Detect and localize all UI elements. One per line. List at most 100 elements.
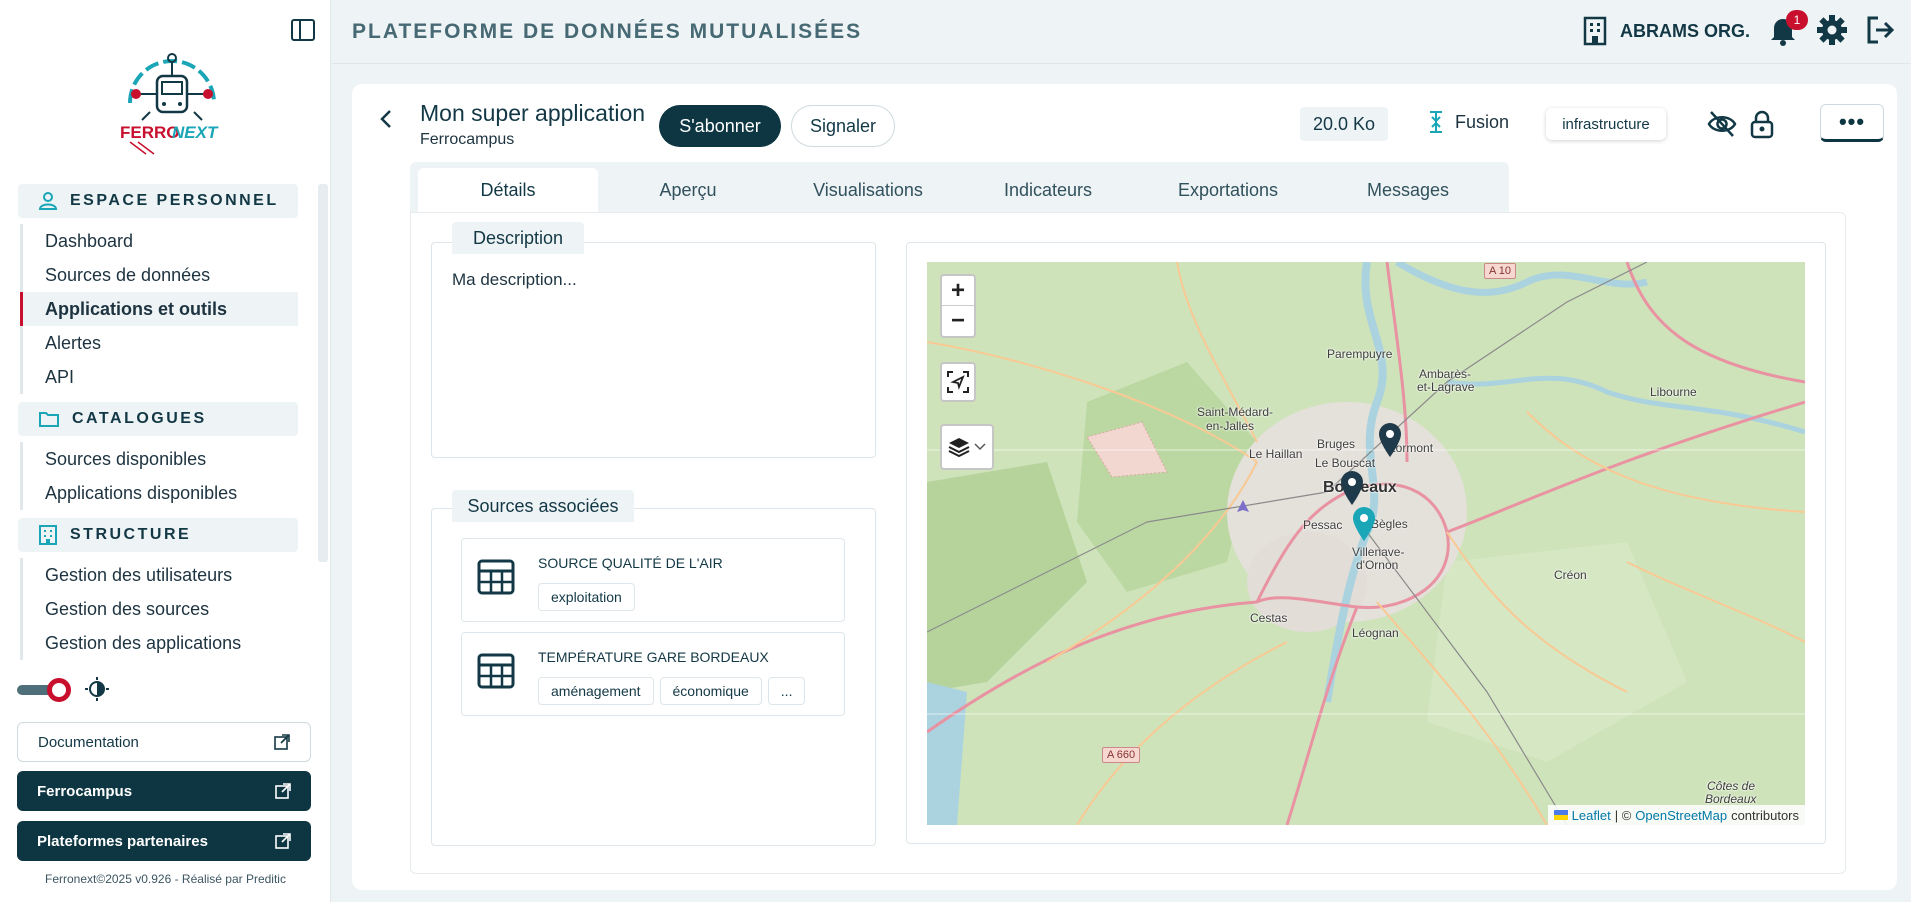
ferrocampus-button[interactable]: Ferrocampus [17, 771, 311, 811]
documentation-button[interactable]: Documentation [17, 722, 311, 762]
layers-button[interactable] [940, 424, 994, 470]
map-view[interactable]: Parempuyre Ambarès- et-Lagrave Libourne … [927, 262, 1805, 825]
description-heading: Description [452, 222, 584, 254]
tag-chip-more[interactable]: ... [767, 677, 806, 705]
lock-toggle[interactable] [1746, 108, 1778, 140]
more-actions-button[interactable]: ••• [1820, 104, 1884, 142]
visibility-toggle[interactable] [1706, 108, 1738, 140]
report-button[interactable]: Signaler [791, 105, 895, 147]
lock-icon [1750, 110, 1774, 139]
osm-link[interactable]: OpenStreetMap [1635, 808, 1727, 823]
sidebar-item-alertes[interactable]: Alertes [20, 326, 298, 360]
tab-indicateurs[interactable]: Indicateurs [958, 168, 1138, 212]
building-icon [1583, 16, 1607, 46]
road-label: A 660 [1102, 747, 1141, 763]
section-espace-personnel: ESPACE PERSONNEL Dashboard Sources de do… [18, 184, 298, 394]
application-owner: Ferrocampus [420, 131, 515, 148]
map-attribution: Leaflet | © OpenStreetMap contributors [1547, 805, 1805, 825]
sidebar-collapse-icon[interactable] [290, 18, 316, 42]
tab-details[interactable]: Détails [418, 168, 598, 212]
subscribe-button[interactable]: S'abonner [659, 105, 781, 147]
source-card[interactable]: SOURCE QUALITÉ DE L'AIR exploitation [461, 538, 845, 622]
locate-icon [947, 371, 969, 393]
section-title: ESPACE PERSONNEL [70, 192, 279, 209]
tab-exportations[interactable]: Exportations [1138, 168, 1318, 212]
sidebar-nav: ESPACE PERSONNEL Dashboard Sources de do… [18, 184, 298, 662]
sources-heading: Sources associées [452, 490, 634, 522]
theme-switcher [17, 677, 109, 702]
sidebar-item-dashboard[interactable]: Dashboard [20, 224, 298, 258]
source-tags: aménagement économique ... [538, 677, 806, 705]
more-label: ••• [1838, 109, 1866, 134]
section-header[interactable]: ESPACE PERSONNEL [18, 184, 298, 218]
sidebar-item-applications[interactable]: Applications et outils [20, 292, 298, 326]
user-icon [38, 192, 58, 210]
chevron-down-icon [974, 443, 986, 451]
map-marker-selected[interactable] [1352, 506, 1376, 542]
locate-button[interactable] [940, 362, 976, 402]
sidebar: FERRO NEXT ESPACE PERSONNEL Dashboard So… [0, 0, 331, 902]
tag-chip: économique [659, 677, 762, 705]
external-link-icon [275, 833, 291, 849]
svg-text:FERRO: FERRO [120, 123, 180, 142]
tab-bar: Détails Aperçu Visualisations Indicateur… [410, 162, 1509, 212]
sidebar-item-gestion-utilisateurs[interactable]: Gestion des utilisateurs [20, 558, 298, 592]
leaflet-link[interactable]: Leaflet [1572, 808, 1611, 823]
merge-indicator: Fusion [1429, 110, 1509, 134]
ferrocampus-label: Ferrocampus [37, 782, 133, 800]
merge-label: Fusion [1455, 111, 1510, 132]
zoom-in-button[interactable]: + [942, 276, 974, 306]
place-label: Le Haillan [1249, 447, 1303, 461]
logout-button[interactable] [1864, 14, 1898, 48]
external-link-icon [275, 783, 291, 799]
section-header[interactable]: STRUCTURE [18, 518, 298, 552]
tab-visualisations[interactable]: Visualisations [778, 168, 958, 212]
settings-button[interactable] [1816, 14, 1850, 48]
source-tags: exploitation [538, 583, 635, 611]
place-label: Bruges [1317, 437, 1356, 451]
topbar: PLATEFORME DE DONNÉES MUTUALISÉES ABRAMS… [332, 0, 1911, 64]
place-label: Léognan [1352, 626, 1399, 640]
eye-off-icon [1707, 111, 1737, 137]
place-label: en-Jalles [1206, 419, 1255, 433]
merge-icon [1430, 111, 1442, 133]
organization-selector[interactable]: ABRAMS ORG. [1582, 16, 1750, 46]
tab-apercu[interactable]: Aperçu [598, 168, 778, 212]
logout-icon [1867, 16, 1895, 44]
map-marker[interactable] [1378, 422, 1402, 458]
tab-messages[interactable]: Messages [1318, 168, 1498, 212]
attribution-separator: | © [1614, 807, 1632, 823]
sidebar-item-sources-disponibles[interactable]: Sources disponibles [20, 442, 298, 476]
external-link-icon [274, 734, 290, 750]
source-card[interactable]: TEMPÉRATURE GARE BORDEAUX aménagement éc… [461, 632, 845, 716]
section-title: STRUCTURE [70, 526, 192, 543]
table-icon [477, 653, 515, 689]
zoom-out-button[interactable]: − [942, 306, 974, 336]
place-label: et-Lagrave [1417, 380, 1475, 394]
table-icon [477, 559, 515, 595]
category-tag: infrastructure [1546, 108, 1666, 140]
source-name: SOURCE QUALITÉ DE L'AIR [538, 555, 723, 571]
svg-text:NEXT: NEXT [172, 123, 219, 142]
section-header[interactable]: CATALOGUES [18, 402, 298, 436]
ferronext-logo: FERRO NEXT [110, 48, 235, 158]
sidebar-item-gestion-sources[interactable]: Gestion des sources [20, 592, 298, 626]
gear-icon [1817, 15, 1847, 45]
notifications-button[interactable]: 1 [1768, 10, 1808, 48]
notification-badge: 1 [1786, 10, 1808, 30]
sidebar-item-applications-disponibles[interactable]: Applications disponibles [20, 476, 298, 510]
contrast-icon [85, 677, 109, 701]
description-text: Ma description... [452, 270, 577, 289]
sidebar-item-sources[interactable]: Sources de données [20, 258, 298, 292]
attribution-contributors: contributors [1731, 807, 1799, 823]
sidebar-scrollbar[interactable] [318, 184, 328, 562]
back-button[interactable] [374, 104, 400, 134]
place-label: Pessac [1303, 518, 1343, 532]
documentation-label: Documentation [38, 733, 139, 751]
partners-button[interactable]: Plateformes partenaires [17, 821, 311, 861]
sidebar-item-gestion-applications[interactable]: Gestion des applications [20, 626, 298, 660]
theme-toggle[interactable] [17, 678, 71, 702]
sidebar-item-api[interactable]: API [20, 360, 298, 394]
organization-name: ABRAMS ORG. [1620, 20, 1750, 41]
map-marker[interactable] [1340, 470, 1364, 506]
